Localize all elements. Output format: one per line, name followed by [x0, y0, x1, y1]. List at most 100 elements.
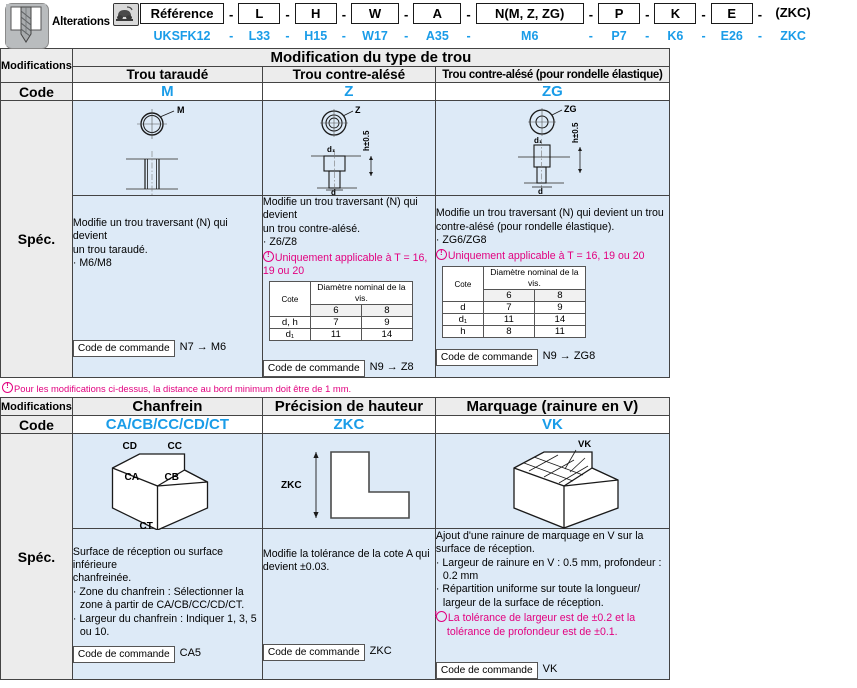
figure-cell-tapped-hole: M	[71, 100, 263, 196]
dim-row-label: h	[441, 325, 484, 339]
figure-cell-chamfer: CD CC CA CB CT	[71, 433, 263, 531]
spec-desc-line-0: Modifie la tolérance de la cote A qui	[262, 548, 430, 561]
dimension-table-z: Cote Diamètre nominal de la vis. 6 8 d, …	[268, 281, 413, 342]
reference-field-8: E E26	[710, 3, 753, 43]
reference-field-4-value: A35	[425, 29, 449, 43]
reference-field-5-value: M6	[521, 29, 539, 43]
dim-size-0: 6	[309, 304, 362, 318]
table-row: d, h 7 9	[268, 316, 413, 330]
spec-desc-line-0: Ajout d'une rainure de marquage en V sur…	[435, 529, 644, 542]
row-label-code: Code	[0, 82, 73, 101]
spec-desc-line-1: chanfreinée.	[72, 572, 132, 585]
reference-field-3-label: W	[351, 3, 400, 24]
dim-row-value: 14	[533, 313, 586, 327]
column-header-1: Trou contre-alésé	[261, 66, 436, 83]
column-header-2: Marquage (rainure en V)	[434, 397, 670, 417]
figure-cell-counterbored-hole: Z d₁ d h±0.5	[261, 100, 436, 196]
svg-text:VK: VK	[578, 439, 591, 450]
spec-desc-line-0: Modifie un trou traversant (N) qui devie…	[72, 216, 228, 243]
spec-warning: La tolérance de largeur est de ±0.2 et l…	[435, 609, 669, 639]
spec-desc-line-1: un trou contre-alésé.	[262, 222, 361, 235]
warning-icon	[435, 247, 447, 260]
reference-field-0: Référence UKSFK12	[140, 3, 224, 43]
table-row: Code M Z ZG	[0, 82, 670, 101]
table-row: d₁ 11 14	[441, 313, 586, 327]
svg-text:Z: Z	[355, 105, 361, 115]
spec-desc-line-0: Modifie un trou traversant (N) qui devie…	[435, 207, 664, 220]
dim-row-value: 11	[533, 325, 586, 339]
order-code-value: N9 → Z8	[369, 361, 414, 374]
svg-text:CA: CA	[125, 472, 139, 483]
spec-cell-height-precision: Modifie la tolérance de la cote A qui de…	[261, 528, 436, 681]
spec-bullet-1: · Répartition uniforme sur toute la long…	[435, 583, 641, 609]
table-row: h 8 11	[441, 325, 586, 339]
table-row: Modifications Modification du type de tr…	[0, 48, 670, 83]
svg-text:M: M	[177, 105, 185, 115]
reference-field-7-label: K	[654, 3, 697, 24]
spec-cell-counterbored-hole: Modifie un trou traversant (N) qui devie…	[261, 194, 436, 379]
dim-size-1: 8	[360, 304, 413, 318]
dim-row-value: 7	[482, 301, 535, 315]
spec-warning: Uniquement applicable à T = 16, 19 ou 20	[435, 247, 669, 263]
spec-cell-chamfer: Surface de réception ou surface inférieu…	[71, 528, 263, 681]
svg-text:CT: CT	[140, 521, 153, 530]
separator-6: - -	[645, 7, 650, 43]
spec-bullet-1: · Largeur du chanfrein : Indiquer 1, 3, …	[72, 612, 257, 638]
dim-size-1: 8	[533, 289, 586, 303]
reference-field-9-label: (ZKC)	[775, 5, 811, 20]
spec-desc-line-1: surface de réception.	[435, 543, 535, 556]
reference-field-2-value: H15	[304, 29, 328, 43]
reference-field-9-value: ZKC	[780, 29, 806, 43]
svg-text:CD: CD	[123, 441, 137, 452]
reference-field-8-value: E26	[720, 29, 743, 43]
dim-row-value: 14	[360, 328, 413, 342]
reference-field-1-label: L	[238, 3, 281, 24]
spec-warning: Uniquement applicable à T = 16, 19 ou 20	[262, 249, 435, 279]
dim-span-header: Diamètre nominal de la vis.	[482, 266, 586, 291]
warning-icon	[262, 249, 274, 262]
order-code-label: Code de commande	[72, 339, 175, 357]
column-header-2: Trou contre-alésé (pour rondelle élastiq…	[434, 66, 670, 83]
table-row: Spéc. CD CC CA CB CT ZKC VK	[0, 433, 670, 681]
figure-cell-counterbored-spring-washer: ZG d₁ d h±0.5	[434, 100, 670, 196]
reference-field-6-value: P7	[611, 29, 627, 43]
separator-2: - -	[341, 7, 347, 43]
svg-text:d: d	[538, 187, 543, 195]
row-label-spec: Spéc.	[0, 99, 73, 379]
table-row: Spéc. M Z d₁ d h±0.5 ZG d₁ d h±0.5	[0, 99, 670, 379]
spec-bullet-0: · Largeur de rainure en V : 0.5 mm, prof…	[435, 556, 662, 583]
svg-text:d: d	[331, 188, 336, 195]
order-code-2: Code de commande N9 → ZG8	[435, 349, 669, 367]
svg-text:ZG: ZG	[564, 105, 577, 114]
row-label-code: Code	[0, 415, 73, 435]
v-groove-marking-diagram: VK	[436, 434, 669, 530]
dim-row-value: 7	[309, 316, 362, 330]
table-row: d₁ 11 14	[268, 328, 413, 342]
drill-bit-icon	[5, 3, 49, 49]
separator-4: - -	[466, 7, 471, 43]
tapped-hole-diagram: M	[73, 101, 262, 195]
phone-icon[interactable]	[113, 3, 139, 26]
part-number-reference-strip: Alterations Référence UKSFK12 - - L L33 …	[0, 0, 857, 49]
reference-field-2: H H15	[294, 3, 337, 43]
order-code-1: Code de commande N9 → Z8	[262, 360, 435, 378]
column-header-0: Chanfrein	[71, 397, 263, 417]
dim-row-value: 9	[360, 316, 413, 330]
table-row: Cote Diamètre nominal de la vis.	[268, 281, 413, 318]
spec-desc-line-0: Modifie un trou traversant (N) qui devie…	[262, 196, 418, 222]
spec-desc-line-1: devient ±0.03.	[262, 561, 330, 574]
table-row: Surface de réception ou surface inférieu…	[1, 528, 670, 681]
reference-field-8-label: E	[710, 3, 753, 24]
reference-field-3: W W17	[351, 3, 400, 43]
table-row: d 7 9	[441, 301, 586, 315]
reference-field-6: P P7	[598, 3, 641, 43]
separator-5: - -	[588, 7, 594, 43]
code-value-1: Z	[261, 82, 436, 101]
spec-desc-line-1: un trou taraudé.	[72, 243, 148, 256]
reference-field-1-value: L33	[248, 29, 271, 43]
spec-cell-v-groove-marking: Ajout d'une rainure de marquage en V sur…	[434, 528, 670, 681]
counterbored-spring-washer-diagram: ZG d₁ d h±0.5	[436, 101, 669, 195]
table-row: Modifications Chanfrein Précision de hau…	[0, 397, 670, 417]
dim-row-label: d₁	[268, 328, 311, 342]
spec-bullet-0: · Z6/Z8	[262, 236, 298, 249]
